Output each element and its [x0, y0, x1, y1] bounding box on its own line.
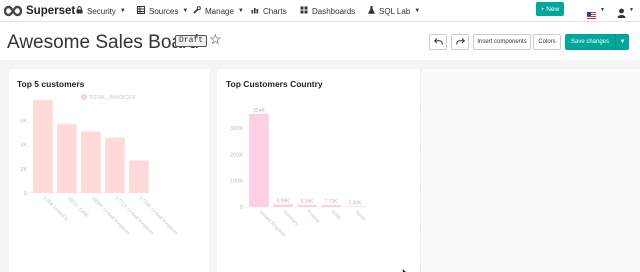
chevron-down-icon: ▼: [237, 8, 244, 14]
y-tick-label: 200K: [230, 152, 243, 158]
nav-charts[interactable]: Charts: [251, 4, 287, 18]
bar-data-label: 354K: [253, 108, 265, 114]
y-tick-label: 0: [240, 205, 243, 211]
chevron-down-icon[interactable]: ▼: [600, 7, 605, 13]
x-tick-label: 18511: EIRE: [66, 195, 90, 219]
draft-badge: Draft: [175, 35, 208, 47]
x-tick-label: Germany: [282, 209, 301, 228]
bar[interactable]: [345, 206, 365, 207]
bar[interactable]: [57, 124, 77, 193]
mouse-cursor-icon: [402, 265, 410, 272]
nav-sql-lab-label: SQL Lab: [379, 6, 411, 16]
empty-grid-area[interactable]: [420, 69, 640, 272]
nav-dashboards[interactable]: Dashboards: [300, 4, 355, 18]
chevron-down-icon: ▼: [414, 8, 421, 14]
star-outline-icon[interactable]: ☆: [209, 31, 222, 48]
bar[interactable]: [249, 113, 269, 207]
chevron-down-icon: ▼: [119, 8, 126, 14]
chart-legend[interactable]: TOTAL_INVOICES: [81, 94, 136, 101]
wrench-icon: [193, 6, 201, 16]
lock-icon: [76, 6, 83, 16]
redo-button[interactable]: [451, 34, 469, 50]
bar[interactable]: [105, 137, 125, 193]
bar[interactable]: [321, 204, 341, 207]
redo-icon: [455, 37, 465, 47]
chart-card-top-5-customers[interactable]: Top 5 customers 0 2K 4K 6K 1784: United K...…: [9, 69, 209, 272]
dashboard-header: Awesome Sales Board Draft ☆ Insert compo…: [0, 22, 640, 60]
y-tick-label: 100K: [230, 179, 243, 185]
superset-logo-icon: [4, 5, 22, 17]
nav-manage[interactable]: Manage ▼: [193, 4, 244, 18]
y-tick-label: 2K: [20, 167, 27, 173]
undo-icon: [433, 37, 443, 47]
bar-data-label: 2.45K: [348, 200, 362, 206]
y-tick-label: 0: [24, 191, 27, 197]
chart-card-top-customers-country[interactable]: Top Customers Country 0 100K 200K 300K 354K U…: [217, 69, 420, 272]
brand-name: Superset: [26, 5, 76, 17]
legend-swatch-icon: [81, 94, 87, 100]
x-tick-label: France: [306, 209, 321, 224]
bar-data-label: 8.34K: [300, 199, 314, 205]
user-icon[interactable]: [617, 5, 626, 18]
insert-components-button[interactable]: Insert components: [473, 34, 531, 50]
chevron-down-icon: ▼: [619, 39, 626, 45]
nav-sql-lab[interactable]: SQL Lab ▼: [367, 4, 421, 18]
nav-dashboards-label: Dashboards: [312, 6, 356, 16]
bar-data-label: 7.72K: [324, 199, 338, 205]
brand[interactable]: Superset: [4, 3, 75, 19]
x-tick-label: 17746: United Kingdom: [138, 195, 179, 236]
top-navbar: Superset Security ▼ Sources ▼ Manage ▼ C…: [0, 0, 640, 22]
save-changes-button[interactable]: Save changes: [565, 34, 615, 50]
bar-chart-top-5-customers: 02K4K6K1784: United K...18511: EIRE 18086…: [20, 94, 179, 236]
bar-chart-top-customers-country: 0100K200K300K354KUnited Kingdom9.99KGerm…: [230, 108, 367, 239]
bar[interactable]: [81, 131, 101, 193]
y-tick-label: 4K: [20, 143, 27, 149]
chevron-down-icon[interactable]: ▼: [629, 7, 634, 13]
nav-security-label: Security: [87, 6, 116, 16]
database-icon: [137, 6, 145, 16]
new-button[interactable]: + New: [536, 2, 564, 16]
nav-sources[interactable]: Sources ▼: [137, 4, 188, 18]
bar-data-label: 9.99K: [276, 198, 290, 204]
flask-icon: [367, 6, 376, 16]
bar-chart-icon: [251, 6, 259, 16]
legend-label: TOTAL_INVOICES: [89, 95, 136, 101]
bar[interactable]: [33, 100, 53, 193]
colors-button[interactable]: Colors: [533, 34, 561, 50]
us-flag-icon[interactable]: [587, 6, 596, 19]
chevron-down-icon: ▼: [182, 8, 189, 14]
bar[interactable]: [273, 204, 293, 207]
save-options-dropdown[interactable]: ▼: [615, 34, 629, 50]
x-tick-label: Spain: [354, 209, 367, 222]
bar[interactable]: [129, 160, 149, 193]
dashboard-icon: [300, 6, 308, 16]
x-tick-label: EIRE: [330, 209, 343, 222]
bar[interactable]: [297, 204, 317, 207]
y-tick-label: 300K: [230, 126, 243, 132]
nav-charts-label: Charts: [263, 6, 287, 16]
y-tick-label: 6K: [20, 119, 27, 125]
nav-manage-label: Manage: [205, 6, 234, 16]
dashboard-title[interactable]: Awesome Sales Board: [7, 32, 199, 54]
nav-sources-label: Sources: [149, 6, 179, 16]
nav-security[interactable]: Security ▼: [76, 4, 126, 18]
undo-button[interactable]: [429, 34, 447, 50]
